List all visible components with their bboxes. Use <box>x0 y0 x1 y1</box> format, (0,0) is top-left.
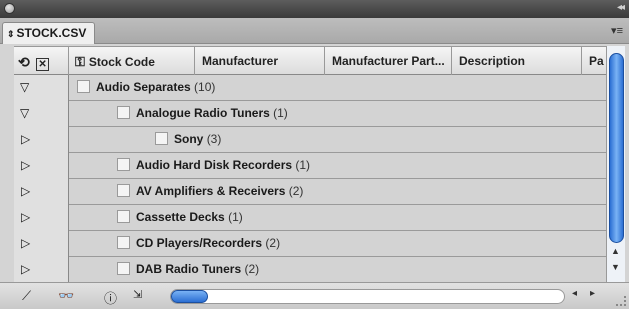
row-label: Analogue Radio Tuners (1) <box>117 101 288 127</box>
scroll-up-arrow-icon[interactable]: ▲ <box>611 246 620 256</box>
scroll-left-arrow-icon[interactable]: ◂ <box>572 288 577 299</box>
row-checkbox[interactable] <box>117 184 130 197</box>
data-merge-panel: ◂◂ ⇕ STOCK.CSV ▾≡ ⟲ ✕ ⚿ Stock Code Manufac… <box>0 0 629 309</box>
expand-toggle[interactable]: ▷ <box>14 231 69 257</box>
tree-row[interactable]: ▷ Sony (3) <box>14 127 606 153</box>
column-header-row: ⟲ ✕ ⚿ Stock Code Manufacturer Manufacture… <box>14 47 606 75</box>
scroll-right-arrow-icon[interactable]: ▸ <box>590 288 595 299</box>
expand-toggle[interactable]: ▽ <box>14 101 69 127</box>
tree-row[interactable]: ▷ CD Players/Recorders (2) <box>14 231 606 257</box>
vertical-scrollbar[interactable]: ▲ ▼ <box>606 46 625 282</box>
row-label: DAB Radio Tuners (2) <box>117 257 259 282</box>
row-label: Audio Hard Disk Recorders (1) <box>117 153 310 179</box>
vertical-scroll-thumb[interactable] <box>609 53 624 243</box>
row-checkbox[interactable] <box>117 158 130 171</box>
triangle-down-icon: ▽ <box>20 80 30 94</box>
horizontal-scroll-thumb[interactable] <box>171 290 208 303</box>
row-label: Audio Separates (10) <box>77 75 215 101</box>
horizontal-scrollbar[interactable] <box>170 289 565 304</box>
select-all-checkbox-icon[interactable]: ✕ <box>36 58 50 71</box>
tab-sort-icon: ⇕ <box>7 29 15 39</box>
info-icon[interactable]: ⓘ <box>104 288 117 307</box>
tree-row[interactable]: ▽ Audio Separates (10) <box>14 75 606 101</box>
triangle-right-icon: ▷ <box>21 236 31 250</box>
row-label: Sony (3) <box>155 127 221 153</box>
tab-stock-csv[interactable]: ⇕ STOCK.CSV <box>2 22 95 44</box>
column-header-stock-code[interactable]: ⚿ Stock Code <box>69 47 195 75</box>
expand-toggle[interactable]: ▽ <box>14 75 69 101</box>
triangle-down-icon: ▽ <box>20 106 30 120</box>
row-checkbox[interactable] <box>117 106 130 119</box>
expand-toggle[interactable]: ▷ <box>14 257 69 282</box>
panel-titlebar: ◂◂ <box>0 0 629 18</box>
resize-grip-icon[interactable] <box>616 296 626 306</box>
data-grid: ⟲ ✕ ⚿ Stock Code Manufacturer Manufacture… <box>14 46 606 282</box>
row-checkbox[interactable] <box>117 262 130 275</box>
column-header-manufacturer[interactable]: Manufacturer <box>195 47 325 75</box>
tree-row[interactable]: ▽ Analogue Radio Tuners (1) <box>14 101 606 127</box>
tab-title: STOCK.CSV <box>16 26 87 40</box>
triangle-right-icon: ▷ <box>21 210 31 224</box>
row-checkbox[interactable] <box>117 236 130 249</box>
tab-bar: ⇕ STOCK.CSV ▾≡ <box>0 18 629 44</box>
expand-toggle[interactable]: ▷ <box>14 179 69 205</box>
column-header-manufacturer-part[interactable]: Manufacturer Part... <box>325 47 452 75</box>
refresh-icon[interactable]: ⟲ <box>18 54 30 70</box>
wand-icon[interactable]: ⟋ <box>22 288 31 304</box>
triangle-right-icon: ▷ <box>21 184 31 198</box>
column-header-description[interactable]: Description <box>452 47 582 75</box>
key-icon: ⚿ <box>75 54 85 69</box>
column-header-truncated[interactable]: Pa <box>582 47 606 75</box>
expand-toggle[interactable]: ▷ <box>14 127 69 153</box>
tree-row[interactable]: ▷ AV Amplifiers & Receivers (2) <box>14 179 606 205</box>
collapse-panel-icon[interactable]: ◂◂ <box>617 2 625 13</box>
triangle-right-icon: ▷ <box>21 158 31 172</box>
close-panel-button[interactable] <box>4 3 15 14</box>
tree-row[interactable]: ▷ Audio Hard Disk Recorders (1) <box>14 153 606 179</box>
expand-toggle[interactable]: ▷ <box>14 205 69 231</box>
panel-menu-icon[interactable]: ▾≡ <box>611 24 623 37</box>
row-checkbox[interactable] <box>117 210 130 223</box>
tree-row[interactable]: ▷ Cassette Decks (1) <box>14 205 606 231</box>
triangle-right-icon: ▷ <box>21 132 31 146</box>
shrink-icon[interactable]: ⇲ <box>133 288 142 301</box>
tree-row[interactable]: ▷ DAB Radio Tuners (2) <box>14 257 606 282</box>
row-label: Cassette Decks (1) <box>117 205 243 231</box>
scroll-down-arrow-icon[interactable]: ▼ <box>611 262 620 272</box>
header-controls: ⟲ ✕ <box>14 47 69 75</box>
triangle-right-icon: ▷ <box>21 262 31 276</box>
bottom-toolbar: ⟋ 👓 ⓘ ⇲ ◂ ▸ <box>0 282 629 309</box>
row-label: CD Players/Recorders (2) <box>117 231 280 257</box>
row-label: AV Amplifiers & Receivers (2) <box>117 179 303 205</box>
row-checkbox[interactable] <box>77 80 90 93</box>
binoculars-icon[interactable]: 👓 <box>58 288 74 304</box>
expand-toggle[interactable]: ▷ <box>14 153 69 179</box>
row-checkbox[interactable] <box>155 132 168 145</box>
